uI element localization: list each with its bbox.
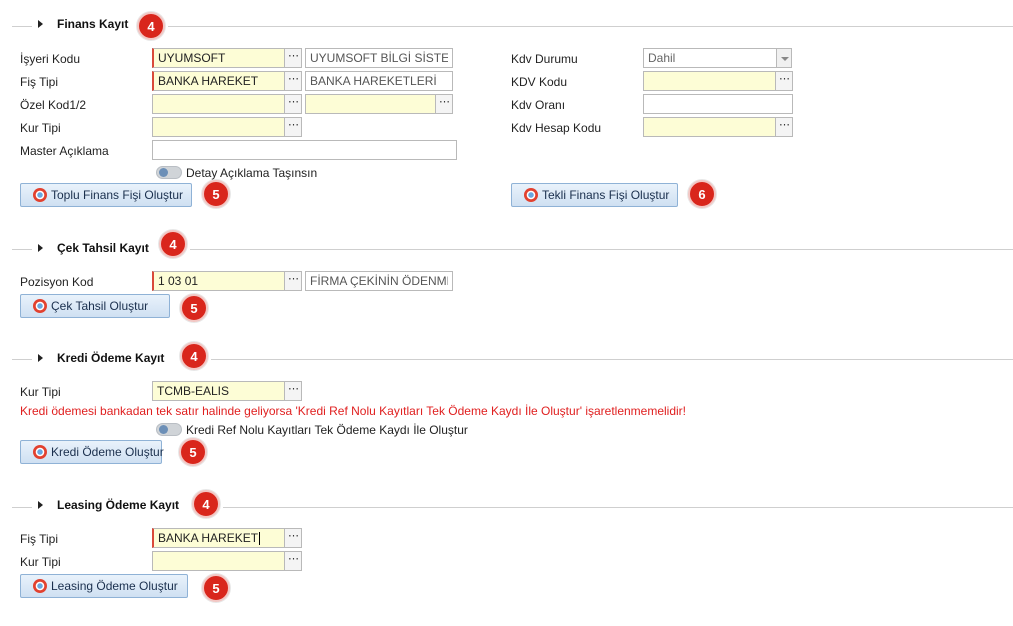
pozisyon-kod-description <box>305 271 453 291</box>
cek-tahsil-olustur-label: Çek Tahsil Oluştur <box>51 299 149 313</box>
kredi-odeme-olustur-button[interactable]: Kredi Ödeme Oluştur <box>20 440 164 464</box>
kdv-hesap-kodu-input[interactable] <box>643 117 776 137</box>
isyeri-kodu-description <box>305 48 453 68</box>
fis-tipi-description <box>305 71 453 91</box>
kredi-kur-tipi-label: Kur Tipi <box>20 385 61 399</box>
cek-tahsil-olustur-button[interactable]: Çek Tahsil Oluştur <box>20 294 170 318</box>
leasing-odeme-button-badge: 5 <box>202 574 230 602</box>
cek-section-badge: 4 <box>159 230 187 258</box>
leasing-fis-tipi-input[interactable]: BANKA HAREKET <box>152 528 285 548</box>
cek-section-divider-right <box>190 249 1013 250</box>
gear-icon <box>33 579 47 593</box>
kur-tipi-label: Kur Tipi <box>20 121 61 135</box>
kredi-odeme-button-badge: 5 <box>179 438 207 466</box>
text-cursor <box>259 532 261 546</box>
toplu-finans-fisi-olustur-button[interactable]: Toplu Finans Fişi Oluştur <box>20 183 192 207</box>
caret-right-icon[interactable] <box>38 20 43 28</box>
kdv-durumu-label: Kdv Durumu <box>511 52 578 66</box>
kredi-odeme-olustur-label: Kredi Ödeme Oluştur <box>51 445 164 459</box>
kdv-kodu-lookup-button[interactable]: ⋯ <box>775 71 793 91</box>
kredi-section-badge: 4 <box>180 342 208 370</box>
leasing-kur-tipi-label: Kur Tipi <box>20 555 61 569</box>
kredi-ref-toggle-label: Kredi Ref Nolu Kayıtları Tek Ödeme Kaydı… <box>186 423 468 437</box>
isyeri-kodu-label: İşyeri Kodu <box>20 52 81 66</box>
toplu-finans-fisi-olustur-label: Toplu Finans Fişi Oluştur <box>51 188 184 202</box>
kdv-kodu-label: KDV Kodu <box>511 75 568 89</box>
gear-icon <box>33 188 47 202</box>
toplu-finans-badge: 5 <box>202 180 230 208</box>
leasing-fis-tipi-lookup-button[interactable]: ⋯ <box>284 528 302 548</box>
leasing-fis-tipi-value: BANKA HAREKET <box>158 531 259 545</box>
leasing-odeme-olustur-label: Leasing Ödeme Oluştur <box>51 579 178 593</box>
toggle-knob <box>159 168 168 177</box>
ozel-kod1-lookup-button[interactable]: ⋯ <box>284 94 302 114</box>
fis-tipi-label: Fiş Tipi <box>20 75 59 89</box>
kdv-orani-input[interactable] <box>643 94 793 114</box>
kdv-hesap-kodu-lookup-button[interactable]: ⋯ <box>775 117 793 137</box>
caret-right-icon[interactable] <box>38 354 43 362</box>
ozel-kod1-input[interactable] <box>152 94 285 114</box>
kur-tipi-lookup-button[interactable]: ⋯ <box>284 117 302 137</box>
master-aciklama-label: Master Açıklama <box>20 144 109 158</box>
tekli-finans-fisi-olustur-button[interactable]: Tekli Finans Fişi Oluştur <box>511 183 678 207</box>
kredi-kur-tipi-input[interactable] <box>152 381 285 401</box>
kredi-section-divider <box>12 359 32 360</box>
kredi-ref-toggle[interactable] <box>156 423 182 436</box>
chevron-down-icon[interactable] <box>776 48 792 68</box>
ozel-kod-label: Özel Kod1/2 <box>20 98 87 112</box>
isyeri-kodu-lookup-button[interactable]: ⋯ <box>284 48 302 68</box>
kdv-hesap-kodu-label: Kdv Hesap Kodu <box>511 121 602 135</box>
detay-aciklama-toggle-label: Detay Açıklama Taşınsın <box>186 166 318 180</box>
leasing-kur-tipi-lookup-button[interactable]: ⋯ <box>284 551 302 571</box>
kdv-orani-label: Kdv Oranı <box>511 98 566 112</box>
leasing-odeme-olustur-button[interactable]: Leasing Ödeme Oluştur <box>20 574 188 598</box>
leasing-section-divider-right <box>223 507 1013 508</box>
kredi-section-title[interactable]: Kredi Ödeme Kayıt <box>57 351 164 365</box>
gear-icon <box>33 445 47 459</box>
master-aciklama-input[interactable] <box>152 140 457 160</box>
finans-section-divider <box>12 26 32 27</box>
gear-icon <box>524 188 538 202</box>
leasing-section-badge: 4 <box>192 490 220 518</box>
kdv-kodu-input[interactable] <box>643 71 776 91</box>
cek-section-title[interactable]: Çek Tahsil Kayıt <box>57 241 149 255</box>
kredi-section-divider-right <box>211 359 1013 360</box>
cek-section-divider <box>12 249 32 250</box>
kur-tipi-input[interactable] <box>152 117 285 137</box>
pozisyon-kod-input[interactable] <box>152 271 285 291</box>
gear-icon <box>33 299 47 313</box>
caret-right-icon[interactable] <box>38 501 43 509</box>
cek-tahsil-button-badge: 5 <box>180 294 208 322</box>
finans-section-divider-right <box>168 26 1013 27</box>
pozisyon-kod-label: Pozisyon Kod <box>20 275 94 289</box>
ozel-kod2-input[interactable] <box>305 94 436 114</box>
leasing-kur-tipi-input[interactable] <box>152 551 285 571</box>
finans-section-badge: 4 <box>137 12 165 40</box>
caret-right-icon[interactable] <box>38 244 43 252</box>
kredi-warning-text: Kredi ödemesi bankadan tek satır halinde… <box>20 404 687 418</box>
pozisyon-kod-lookup-button[interactable]: ⋯ <box>284 271 302 291</box>
leasing-section-divider <box>12 507 32 508</box>
ozel-kod2-lookup-button[interactable]: ⋯ <box>435 94 453 114</box>
finans-section-title[interactable]: Finans Kayıt <box>57 17 128 31</box>
leasing-section-title[interactable]: Leasing Ödeme Kayıt <box>57 498 179 512</box>
fis-tipi-lookup-button[interactable]: ⋯ <box>284 71 302 91</box>
fis-tipi-input[interactable] <box>152 71 285 91</box>
detay-aciklama-toggle[interactable] <box>156 166 182 179</box>
tekli-finans-badge: 6 <box>688 180 716 208</box>
kdv-durumu-select[interactable] <box>643 48 777 68</box>
kredi-kur-tipi-lookup-button[interactable]: ⋯ <box>284 381 302 401</box>
isyeri-kodu-input[interactable] <box>152 48 285 68</box>
tekli-finans-fisi-olustur-label: Tekli Finans Fişi Oluştur <box>542 188 670 202</box>
leasing-fis-tipi-label: Fiş Tipi <box>20 532 59 546</box>
toggle-knob <box>159 425 168 434</box>
